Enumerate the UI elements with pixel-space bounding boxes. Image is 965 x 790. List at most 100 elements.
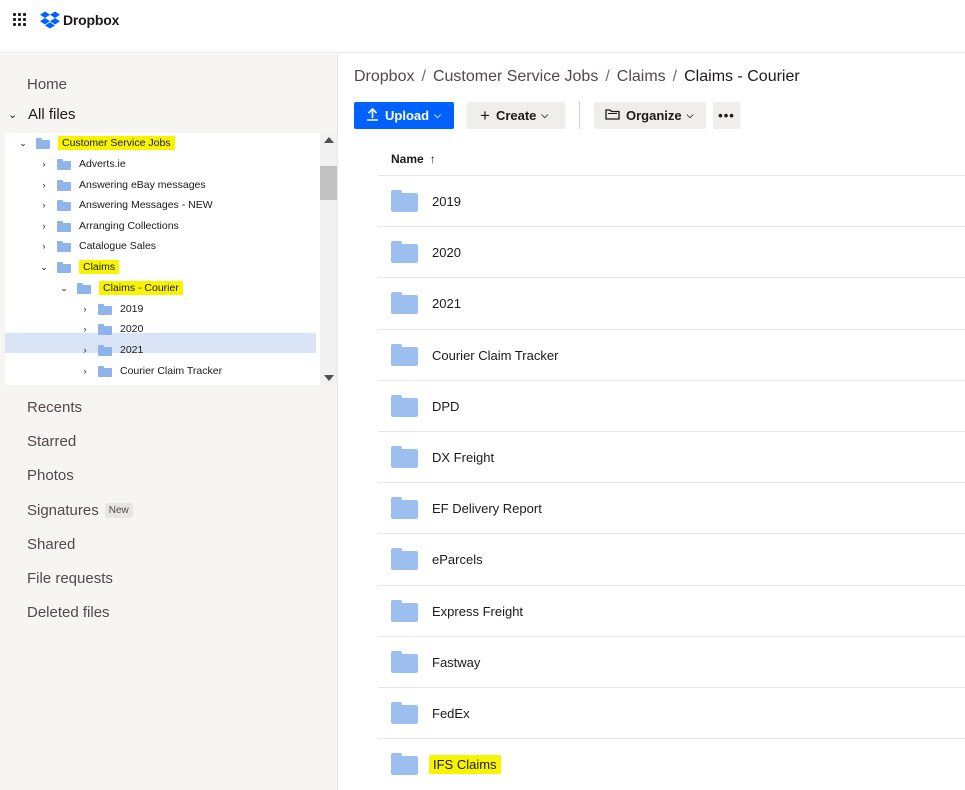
tree-item-claims[interactable]: ⌄ Claims [39, 257, 120, 277]
organize-button[interactable]: Organize ⌵ [594, 102, 706, 129]
shared-folder-icon [36, 137, 50, 149]
file-name[interactable]: DX Freight [432, 450, 494, 465]
tree-item-label: Adverts.ie [79, 158, 126, 170]
tree-item-label: Courier Claim Tracker [120, 365, 223, 377]
chevron-right-icon[interactable]: › [39, 221, 49, 231]
chevron-right-icon[interactable]: › [39, 241, 49, 251]
file-name[interactable]: Fastway [432, 655, 480, 670]
column-label: Name [391, 152, 424, 166]
folder-icon [98, 303, 112, 315]
more-options-button[interactable]: ••• [713, 102, 740, 129]
file-row[interactable]: Courier Claim Tracker [378, 329, 965, 380]
folder-icon [391, 241, 418, 263]
more-icon: ••• [718, 108, 735, 123]
breadcrumb: Dropbox / Customer Service Jobs / Claims / Cla… [354, 68, 800, 86]
chevron-right-icon[interactable]: › [80, 366, 90, 376]
sidebar-item-all-files[interactable]: ⌄ All files [8, 106, 76, 123]
tree-item-answering-messages[interactable]: › Answering Messages - NEW [39, 195, 213, 215]
tree-item-label: Answering Messages - NEW [79, 199, 213, 211]
tree-item-catalogue-sales[interactable]: › Catalogue Sales [39, 236, 157, 256]
file-row[interactable]: 2019 [378, 175, 965, 226]
chevron-right-icon[interactable]: › [39, 159, 49, 169]
chevron-right-icon[interactable]: › [39, 200, 49, 210]
file-row[interactable]: FedEx [378, 687, 965, 738]
tree-item-answering-ebay[interactable]: › Answering eBay messages [39, 175, 206, 195]
chevron-right-icon[interactable]: › [39, 180, 49, 190]
organize-label: Organize [626, 108, 682, 123]
sidebar-item-shared[interactable]: Shared [27, 536, 75, 553]
sidebar-item-label: Signatures [27, 502, 99, 519]
file-name[interactable]: FedEx [432, 706, 470, 721]
scroll-down-icon[interactable] [324, 375, 334, 381]
tree-item-arranging-collections[interactable]: › Arranging Collections [39, 216, 179, 236]
file-row[interactable]: IFS Claims [378, 738, 965, 789]
file-name[interactable]: 2021 [432, 296, 461, 311]
sidebar-item-home[interactable]: Home [27, 76, 67, 93]
folder-icon [391, 753, 418, 775]
sidebar-item-photos[interactable]: Photos [27, 467, 74, 484]
tree-item-claims-courier[interactable]: ⌄ Claims - Courier [59, 278, 183, 298]
sidebar-item-file-requests[interactable]: File requests [27, 570, 113, 587]
file-name[interactable]: Express Freight [432, 604, 523, 619]
file-row[interactable]: DX Freight [378, 431, 965, 482]
tree-item-courier-claim-tracker[interactable]: › Courier Claim Tracker [80, 361, 223, 381]
upload-button[interactable]: Upload ⌵ [354, 102, 454, 129]
file-row[interactable]: Fastway [378, 636, 965, 687]
chevron-right-icon[interactable]: › [80, 324, 90, 334]
file-name[interactable]: 2020 [432, 245, 461, 260]
chevron-down-icon[interactable]: ⌄ [59, 283, 69, 294]
sidebar-item-starred[interactable]: Starred [27, 433, 76, 450]
file-name[interactable]: 2019 [432, 194, 461, 209]
upload-icon [366, 107, 379, 124]
sidebar-item-label: All files [28, 106, 76, 123]
tree-scrollbar[interactable] [320, 133, 337, 385]
file-name[interactable]: IFS Claims [429, 754, 501, 774]
scroll-up-icon[interactable] [324, 137, 334, 143]
chevron-down-icon[interactable]: ⌄ [18, 138, 28, 149]
sidebar-item-deleted-files[interactable]: Deleted files [27, 604, 110, 621]
tree-item-adverts[interactable]: › Adverts.ie [39, 154, 126, 174]
dropbox-logo-icon [40, 11, 60, 29]
chevron-right-icon[interactable]: › [80, 304, 90, 314]
breadcrumb-item[interactable]: Claims [617, 68, 666, 85]
file-name[interactable]: EF Delivery Report [432, 501, 542, 516]
file-row[interactable]: EF Delivery Report [378, 482, 965, 533]
new-badge: New [104, 503, 133, 518]
file-row[interactable]: Express Freight [378, 585, 965, 636]
file-row[interactable]: eParcels [378, 533, 965, 584]
folder-icon [391, 548, 418, 570]
folder-icon [57, 240, 71, 252]
folder-outline-icon [605, 108, 620, 123]
file-row[interactable]: DPD [378, 380, 965, 431]
chevron-right-icon[interactable]: › [80, 345, 90, 355]
file-name[interactable]: Courier Claim Tracker [432, 348, 558, 363]
breadcrumb-item[interactable]: Dropbox [354, 68, 414, 85]
tree-item-2021[interactable]: › 2021 [80, 340, 144, 360]
file-row[interactable]: 2021 [378, 277, 965, 328]
breadcrumb-item[interactable]: Customer Service Jobs [433, 68, 598, 85]
folder-icon [98, 323, 112, 335]
folder-icon [57, 179, 71, 191]
sidebar-item-recents[interactable]: Recents [27, 399, 82, 416]
plus-icon: + [480, 105, 490, 125]
tree-item-customer-service-jobs[interactable]: ⌄ Customer Service Jobs [18, 133, 175, 153]
tree-item-2020[interactable]: › 2020 [80, 319, 144, 339]
tree-selected-highlight [5, 333, 316, 353]
scroll-thumb[interactable] [320, 166, 337, 200]
folder-icon [391, 651, 418, 673]
toolbar-divider [579, 101, 580, 129]
create-button[interactable]: + Create ⌵ [467, 102, 565, 129]
sort-ascending-icon[interactable]: ↑ [430, 152, 436, 166]
breadcrumb-separator: / [605, 68, 610, 85]
chevron-down-icon[interactable]: ⌄ [8, 108, 20, 121]
file-name[interactable]: eParcels [432, 552, 483, 567]
file-name[interactable]: DPD [432, 399, 459, 414]
name-column-header[interactable]: Name ↑ [391, 152, 436, 166]
sidebar-item-signatures[interactable]: Signatures New [27, 502, 133, 519]
file-row[interactable]: 2020 [378, 226, 965, 277]
folder-icon [391, 446, 418, 468]
app-grid-icon[interactable] [13, 13, 27, 27]
chevron-down-icon[interactable]: ⌄ [39, 262, 49, 273]
dropbox-logo[interactable]: Dropbox [40, 11, 119, 29]
tree-item-2019[interactable]: › 2019 [80, 299, 144, 319]
